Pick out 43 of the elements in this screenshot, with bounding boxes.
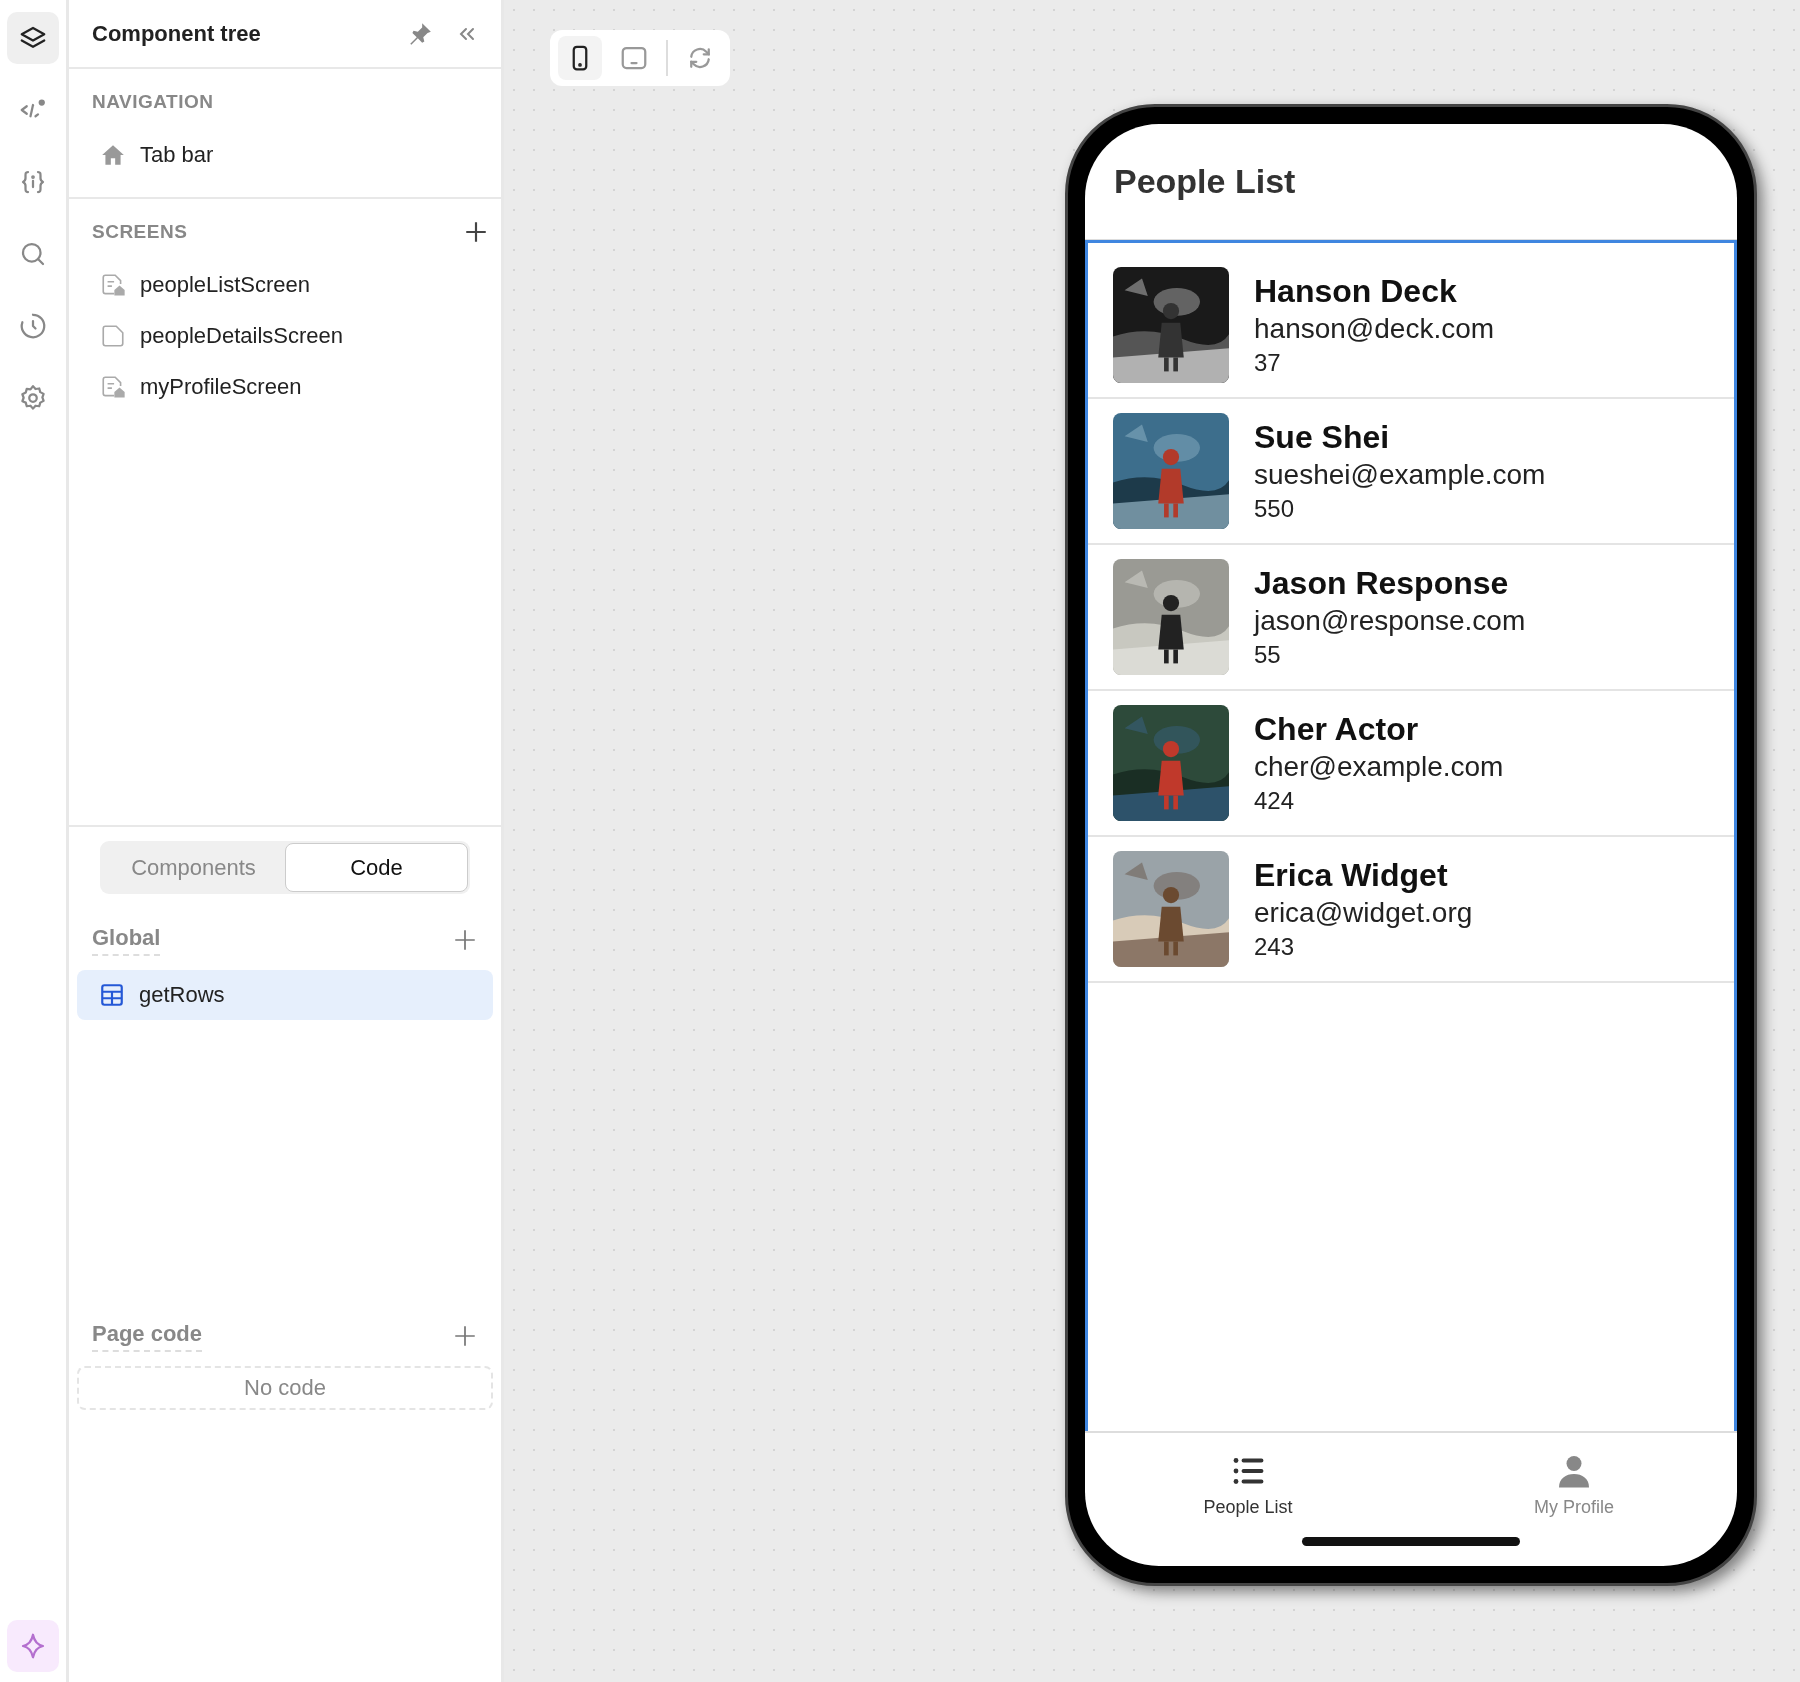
- person-name: Cher Actor: [1254, 710, 1420, 749]
- phone-tab[interactable]: My Profile: [1411, 1433, 1737, 1537]
- section-heading: NAVIGATION: [92, 91, 214, 113]
- person-row[interactable]: Hanson Deck hanson@deck.com 37: [1088, 253, 1734, 399]
- person-number: 243: [1254, 932, 1296, 962]
- person-email: hanson@deck.com: [1254, 312, 1495, 346]
- section-heading: SCREENS: [92, 221, 188, 243]
- person-number: 37: [1254, 348, 1282, 378]
- layers-icon[interactable]: [7, 12, 59, 64]
- phone-tab[interactable]: People List: [1085, 1433, 1411, 1537]
- person-name: Sue Shei: [1254, 418, 1391, 457]
- home-screen-icon: [100, 373, 126, 400]
- screen-icon: [100, 322, 126, 349]
- sparkle-icon[interactable]: [7, 1620, 59, 1672]
- tree-item[interactable]: peopleListScreen: [92, 259, 489, 310]
- home-screen-icon: [100, 271, 126, 298]
- tree-item[interactable]: Tab bar: [92, 129, 489, 180]
- person-name: Erica Widget: [1254, 856, 1449, 895]
- person-name: Jason Response: [1254, 564, 1510, 603]
- person-email: jason@response.com: [1254, 604, 1526, 638]
- segment-tab[interactable]: Code: [285, 843, 468, 892]
- person-name: Hanson Deck: [1254, 272, 1458, 311]
- section-heading: Global: [92, 924, 161, 956]
- person-number: 424: [1254, 786, 1296, 816]
- table-icon: [99, 982, 125, 1008]
- person-email: sueshei@example.com: [1254, 458, 1546, 492]
- person-number: 55: [1254, 640, 1282, 670]
- person-email: erica@widget.org: [1254, 896, 1473, 930]
- person-row[interactable]: Sue Shei sueshei@example.com 550: [1088, 399, 1734, 545]
- tree-item[interactable]: myProfileScreen: [92, 361, 489, 412]
- code-drop-field[interactable]: No code: [77, 1366, 493, 1410]
- person-number: 550: [1254, 494, 1296, 524]
- panel-title: Component tree: [92, 20, 262, 47]
- add-icon[interactable]: [463, 219, 489, 245]
- person-row[interactable]: Cher Actor cher@example.com 424: [1088, 691, 1734, 837]
- phone-portrait-icon[interactable]: [558, 36, 602, 80]
- screen-title: People List: [1114, 162, 1296, 201]
- person-row[interactable]: Erica Widget erica@widget.org 243: [1088, 837, 1734, 983]
- code-item[interactable]: getRows: [77, 970, 493, 1020]
- section-heading: Page code: [92, 1320, 203, 1352]
- tree-item[interactable]: peopleDetailsScreen: [92, 310, 489, 361]
- person-email: cher@example.com: [1254, 750, 1504, 784]
- person-row[interactable]: Jason Response jason@response.com 55: [1088, 545, 1734, 691]
